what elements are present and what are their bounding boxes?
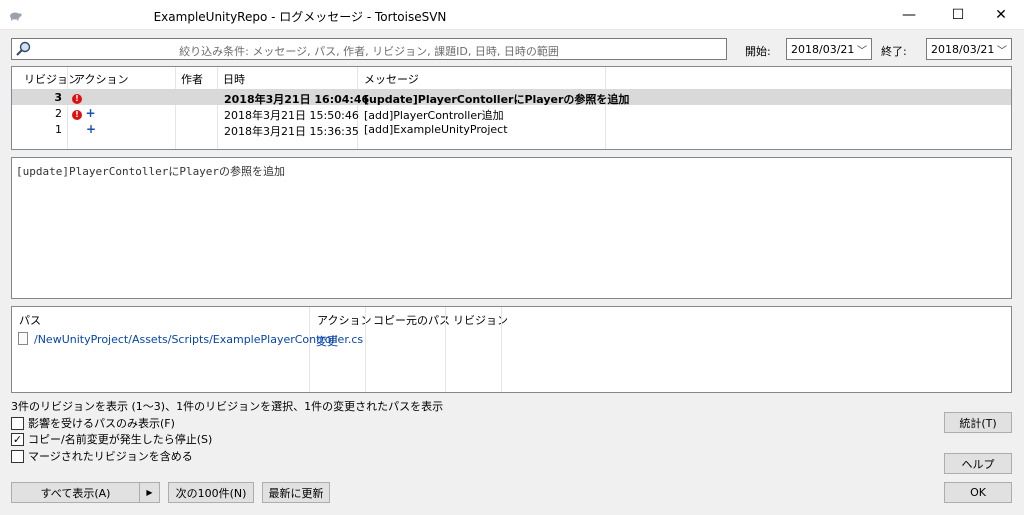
added-icon: +	[86, 122, 97, 136]
modified-icon: !	[72, 110, 82, 120]
revision-row[interactable]: 3 ! 2018年3月21日 16:04:46 [update]PlayerCo…	[12, 89, 1011, 106]
changed-path[interactable]: /NewUnityProject/Assets/Scripts/ExampleP…	[34, 333, 363, 346]
chevron-down-icon[interactable]: ﹀	[857, 42, 867, 57]
minimize-button[interactable]: —	[886, 0, 932, 30]
show-all-label: すべて表示(A)	[40, 486, 111, 500]
added-icon: +	[85, 106, 96, 120]
revision-number: 3	[54, 91, 62, 104]
window-title: ExampleUnityRepo - ログメッセージ - TortoiseSVN	[153, 10, 447, 24]
revision-number: 2	[55, 107, 62, 120]
path-action: 変更	[316, 335, 338, 348]
next-100-button[interactable]: 次の100件(N)	[168, 482, 254, 503]
help-button[interactable]: ヘルプ	[944, 453, 1012, 474]
revision-list[interactable]: リビジョン アクション 作者 日時 メッセージ 3 ! 2018年3月21日 1…	[11, 66, 1012, 150]
start-date-value: 2018/03/21	[791, 43, 855, 56]
checkbox-box[interactable]	[11, 416, 24, 430]
revision-number: 1	[55, 123, 62, 136]
filter-placeholder: 絞り込み条件: メッセージ, パス, 作者, リビジョン, 課題ID, 日時, …	[179, 45, 559, 58]
title-bar: ExampleUnityRepo - ログメッセージ - TortoiseSVN…	[0, 0, 1024, 30]
column-header-path-action[interactable]: アクション	[312, 307, 371, 327]
end-date-picker[interactable]: 2018/03/21 ﹀	[926, 38, 1012, 60]
column-header-action[interactable]: アクション	[70, 67, 128, 87]
modified-icon: !	[72, 94, 82, 104]
start-date-label: 開始:	[745, 45, 771, 58]
path-row[interactable]: /NewUnityProject/Assets/Scripts/ExampleP…	[17, 331, 1007, 348]
action-icons: ! +	[72, 107, 96, 120]
stop-on-copy-checkbox[interactable]: ✓ コピー/名前変更が発生したら停止(S)	[11, 431, 212, 447]
refresh-button[interactable]: 最新に更新	[262, 482, 330, 503]
log-message-pane[interactable]: [update]PlayerContollerにPlayerの参照を追加	[11, 157, 1012, 299]
column-header-path[interactable]: パス	[14, 307, 41, 327]
column-header-message[interactable]: メッセージ	[360, 67, 419, 87]
revision-row[interactable]: 1 + 2018年3月21日 15:36:35 [add]ExampleUnit…	[12, 121, 1011, 138]
ok-button[interactable]: OK	[944, 482, 1012, 503]
revision-message: [add]ExampleUnityProject	[364, 123, 508, 136]
checkbox-box[interactable]: ✓	[11, 432, 24, 446]
column-header-copy-from[interactable]: コピー元のパス	[368, 307, 450, 327]
affected-paths-only-checkbox[interactable]: 影響を受けるパスのみ表示(F)	[11, 415, 175, 431]
action-icons: !	[72, 91, 82, 104]
changed-paths-list[interactable]: パス アクション コピー元のパス リビジョン /NewUnityProject/…	[11, 306, 1012, 393]
show-all-button[interactable]: すべて表示(A) ▶	[11, 482, 160, 503]
maximize-button[interactable]: ☐	[935, 0, 981, 30]
log-message-text: [update]PlayerContollerにPlayerの参照を追加	[16, 165, 286, 178]
chevron-down-icon[interactable]: ﹀	[997, 42, 1007, 57]
checkbox-label: マージされたリビジョンを含める	[28, 450, 193, 463]
statistics-button[interactable]: 統計(T)	[944, 412, 1012, 433]
column-header-date[interactable]: 日時	[219, 67, 245, 87]
column-header-author[interactable]: 作者	[177, 67, 203, 87]
end-date-value: 2018/03/21	[931, 43, 995, 56]
filter-input[interactable]: 絞り込み条件: メッセージ, パス, 作者, リビジョン, 課題ID, 日時, …	[11, 38, 727, 60]
split-arrow-icon[interactable]: ▶	[139, 483, 159, 502]
end-date-label: 終了:	[881, 45, 907, 58]
include-merged-checkbox[interactable]: マージされたリビジョンを含める	[11, 448, 193, 464]
checkbox-box[interactable]	[11, 449, 24, 463]
action-icons: +	[86, 123, 96, 136]
file-icon	[18, 332, 28, 345]
status-text: 3件のリビジョンを表示 (1〜3)、1件のリビジョンを選択、1件の変更されたパス…	[11, 400, 444, 413]
close-button[interactable]: ✕	[978, 0, 1024, 30]
revision-date: 2018年3月21日 15:36:35	[224, 125, 359, 138]
checkbox-label: コピー/名前変更が発生したら停止(S)	[28, 433, 213, 446]
revision-row[interactable]: 2 ! + 2018年3月21日 15:50:46 [add]PlayerCon…	[12, 105, 1011, 122]
checkbox-label: 影響を受けるパスのみ表示(F)	[28, 417, 175, 430]
column-header-path-revision[interactable]: リビジョン	[448, 307, 508, 327]
start-date-picker[interactable]: 2018/03/21 ﹀	[786, 38, 872, 60]
